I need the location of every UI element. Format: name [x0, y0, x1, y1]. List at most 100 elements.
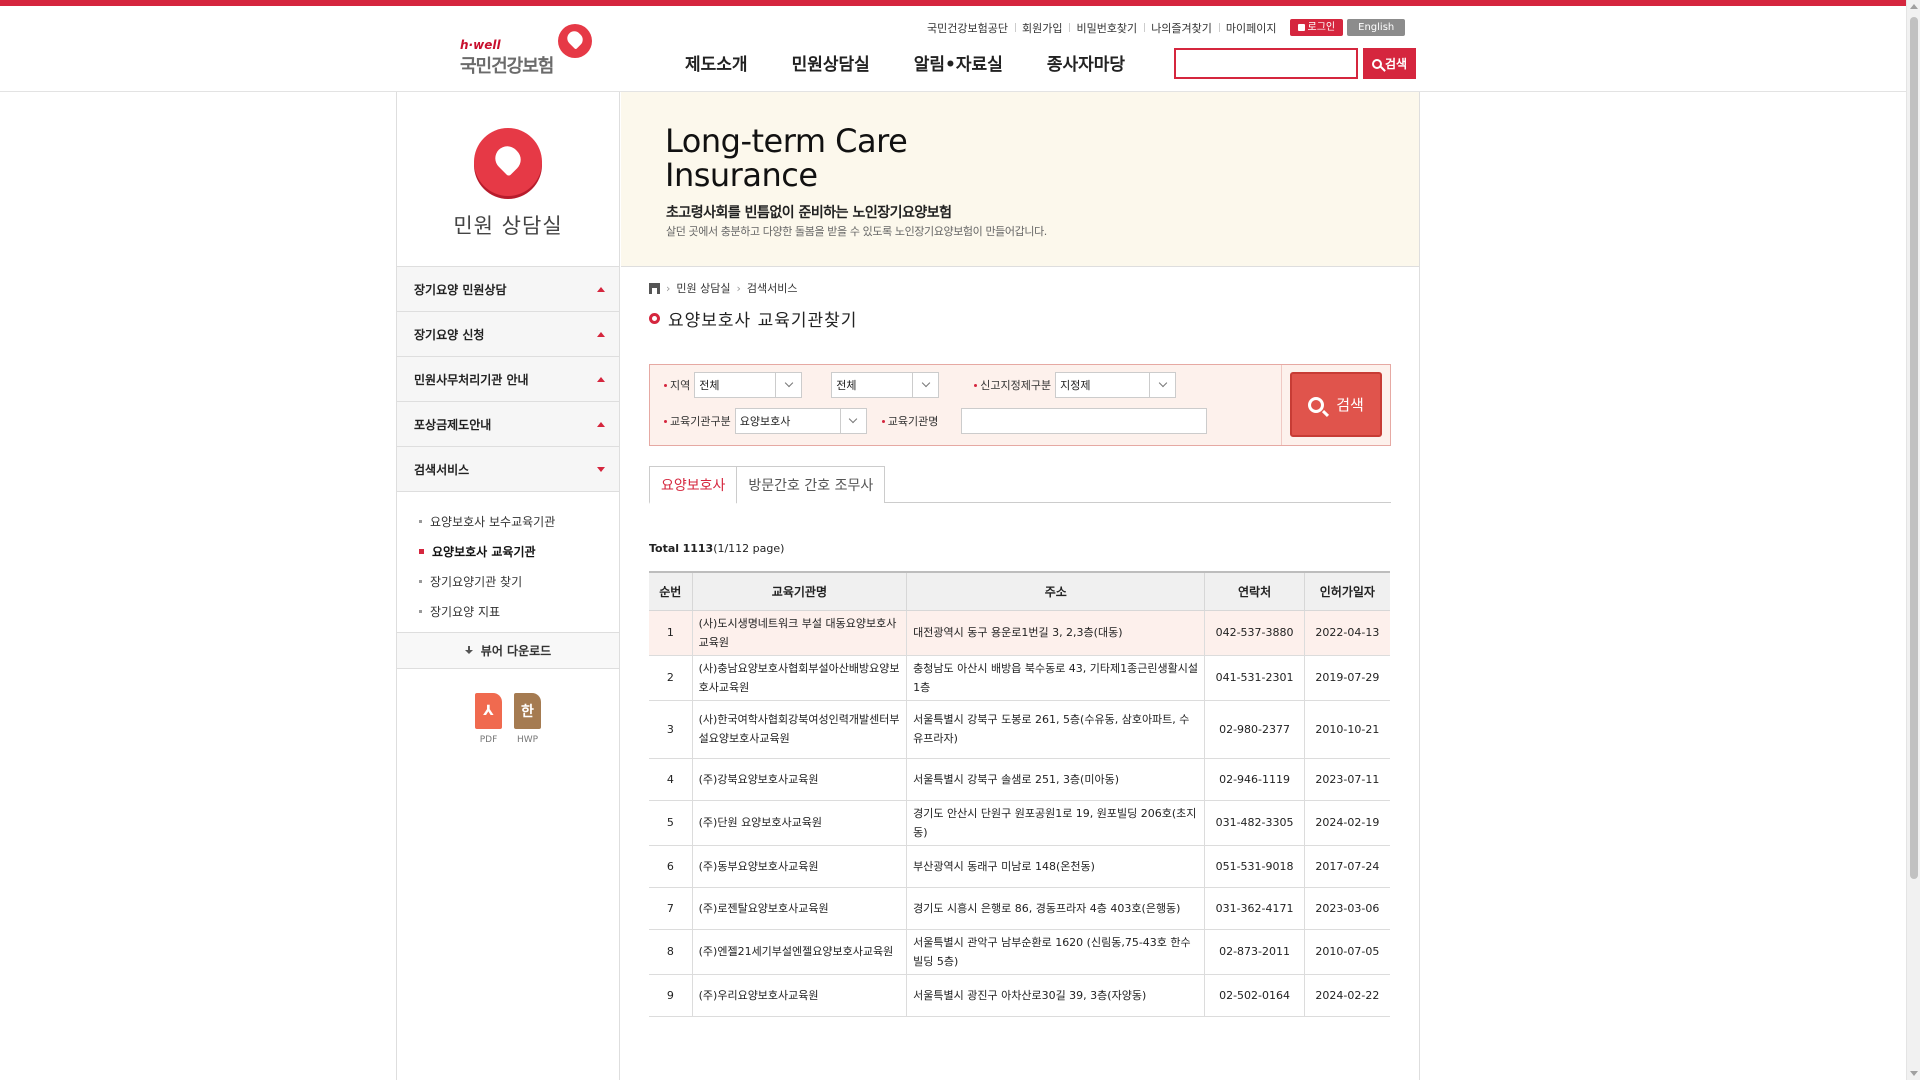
table-row[interactable]: 2 (사)충남요양보호사협회부설아산배방요양보호사교육원 충청남도 아산시 배방읍 …	[649, 654, 1390, 701]
cell-institute-name[interactable]: (주)강북요양보호사교육원	[691, 757, 908, 801]
pdf-viewer-link[interactable]: ⅄ PDF	[475, 693, 502, 745]
region-select[interactable]: 전체	[694, 372, 803, 398]
scroll-down-icon[interactable]	[1910, 1071, 1918, 1076]
nav-item-intro[interactable]: 제도소개	[685, 50, 748, 75]
header-search-input[interactable]	[1174, 48, 1358, 79]
cell-number: 3	[649, 699, 693, 759]
tab-caregiver[interactable]: 요양보호사	[649, 466, 738, 504]
scrollbar-thumb[interactable]	[1910, 17, 1918, 879]
cell-institute-name[interactable]: (주)우리요양보호사교육원	[691, 973, 908, 1017]
cell-number: 2	[649, 654, 693, 701]
cell-number: 4	[649, 757, 693, 801]
cell-number: 1	[649, 609, 693, 656]
sidebar-item-agencies[interactable]: 민원사무처리기관 안내	[397, 357, 619, 402]
scroll-up-icon[interactable]	[1910, 4, 1918, 9]
institute-name-label: 교육기관명	[881, 413, 938, 429]
cell-license-date: 2010-10-21	[1303, 699, 1390, 759]
header-search-button[interactable]: 검색	[1363, 48, 1416, 79]
total-count: Total 1113(1/112 page)	[649, 542, 1391, 558]
cell-institute-name[interactable]: (사)도시생명네트워크 부설 대동요양보호사교육원	[691, 609, 908, 656]
type-label: 신고지정제구분	[974, 377, 1051, 393]
sidebar-item-counsel[interactable]: 장기요양 민원상담	[397, 267, 619, 312]
cell-institute-name[interactable]: (주)동부요양보호사교육원	[691, 844, 908, 888]
table-row[interactable]: 8 (주)엔젤21세기부설엔젤요양보호사교육원 서울특별시 관악구 남부순환로 16…	[649, 928, 1390, 975]
cell-license-date: 2024-02-22	[1303, 973, 1390, 1017]
utility-nav: 국민건강보험공단 회원가입 비밀번호찾기 나의즐겨찾기 마이페이지 로그인 En…	[920, 19, 1406, 36]
banner-subtitle: 초고령사회를 빈틈없이 준비하는 노인장기요양보험	[666, 205, 952, 221]
table-row[interactable]: 6 (주)동부요양보호사교육원 부산광역시 동래구 미남로 148(온천동) 051-…	[649, 844, 1390, 888]
sidebar-item-label: 장기요양 신청	[414, 327, 485, 342]
cell-institute-name[interactable]: (주)단원 요양보호사교육원	[691, 799, 908, 846]
chevron-down-icon	[1149, 373, 1175, 397]
vertical-scrollbar[interactable]	[1906, 0, 1920, 1080]
cell-number: 9	[649, 973, 693, 1017]
table-row[interactable]: 7 (주)로젠탈요양보호사교육원 경기도 시흥시 은행로 86, 경동프라자 4층 …	[649, 886, 1390, 930]
filter-row-2: 교육기관구분 요양보호사 교육기관명	[664, 408, 1208, 434]
util-link-find-password[interactable]: 비밀번호찾기	[1069, 20, 1144, 36]
search-button[interactable]: 검색	[1290, 372, 1382, 437]
cell-number: 5	[649, 799, 693, 846]
cell-license-date: 2017-07-24	[1303, 844, 1390, 888]
english-button[interactable]: English	[1347, 19, 1406, 36]
submenu-label: 장기요양 지표	[430, 604, 501, 619]
bullet-icon	[419, 609, 422, 613]
cell-address: 경기도 시흥시 은행로 86, 경동프라자 4층 403호(은행동)	[906, 886, 1206, 930]
login-label: 로그인	[1307, 22, 1336, 33]
sidebar-item-label: 포상금제도안내	[414, 417, 492, 432]
logo-name: 국민건강보험	[460, 56, 554, 77]
cell-number: 8	[649, 928, 693, 975]
submenu-item-education-institutes[interactable]: 요양보호사 교육기관	[397, 536, 619, 566]
tab-nursing-assistant[interactable]: 방문간호 간호 조무사	[736, 466, 886, 503]
cell-institute-name[interactable]: (사)충남요양보호사협회부설아산배방요양보호사교육원	[691, 654, 908, 701]
cell-number: 6	[649, 844, 693, 888]
breadcrumb-item[interactable]: 민원 상담실	[676, 280, 730, 296]
sidebar-submenu: 요양보호사 보수교육기관 요양보호사 교육기관 장기요양기관 찾기 장기요양 지…	[397, 492, 619, 632]
column-header: 연락처	[1204, 572, 1305, 611]
result-tabs: 요양보호사 방문간호 간호 조무사	[649, 466, 1391, 504]
caret-down-icon	[597, 466, 605, 472]
nav-item-notice[interactable]: 알림•자료실	[914, 50, 1003, 75]
table-row[interactable]: 5 (주)단원 요양보호사교육원 경기도 안산시 단원구 원포공원1로 19, 원포…	[649, 799, 1390, 846]
sidebar-item-apply[interactable]: 장기요양 신청	[397, 312, 619, 357]
submenu-item-find-facility[interactable]: 장기요양기관 찾기	[397, 566, 619, 596]
cell-institute-name[interactable]: (사)한국여학사협회강북여성인력개발센터부설요양보호사교육원	[691, 699, 908, 759]
login-button[interactable]: 로그인	[1289, 19, 1344, 36]
cell-address: 서울특별시 강북구 도봉로 261, 5층(수유동, 삼호아파트, 수유프라자)	[906, 699, 1206, 759]
section-banner: Long-term Care Insurance 초고령사회를 빈틈없이 준비하…	[621, 92, 1419, 267]
table-row[interactable]: 9 (주)우리요양보호사교육원 서울특별시 광진구 아차산로30길 39, 3층(자…	[649, 973, 1390, 1017]
util-link-mypage[interactable]: 마이페이지	[1218, 20, 1284, 36]
cell-institute-name[interactable]: (주)로젠탈요양보호사교육원	[691, 886, 908, 930]
bullet-icon	[419, 548, 424, 554]
chevron-right-icon: ›	[736, 281, 741, 295]
submenu-item-indicators[interactable]: 장기요양 지표	[397, 596, 619, 626]
category-label: 교육기관구분	[664, 413, 731, 429]
nav-item-counsel[interactable]: 민원상담실	[792, 50, 870, 75]
cell-license-date: 2010-07-05	[1303, 928, 1390, 975]
table-row[interactable]: 3 (사)한국여학사협회강북여성인력개발센터부설요양보호사교육원 서울특별시 강북구…	[649, 699, 1390, 759]
util-link-signup[interactable]: 회원가입	[1014, 20, 1069, 36]
viewer-download-button[interactable]: 뷰어 다운로드	[397, 632, 619, 669]
home-icon[interactable]	[649, 282, 660, 294]
sidebar-item-reward[interactable]: 포상금제도안내	[397, 402, 619, 447]
util-link-nhis[interactable]: 국민건강보험공단	[920, 20, 1015, 36]
cell-institute-name[interactable]: (주)엔젤21세기부설엔젤요양보호사교육원	[691, 928, 908, 975]
category-select[interactable]: 요양보호사	[734, 408, 867, 434]
submenu-label: 장기요양기관 찾기	[430, 574, 523, 589]
hwp-viewer-link[interactable]: 한 HWP	[514, 693, 541, 745]
institute-name-input[interactable]	[961, 408, 1208, 434]
sidebar-header: 민원 상담실	[397, 92, 619, 267]
nav-item-workers[interactable]: 종사자마당	[1047, 50, 1125, 75]
logo[interactable]: h·well 국민건강보험	[460, 22, 600, 78]
util-link-favorites[interactable]: 나의즐겨찾기	[1144, 20, 1219, 36]
breadcrumb-item[interactable]: 검색서비스	[747, 280, 798, 296]
chevron-right-icon: ›	[666, 281, 671, 295]
pdf-label: PDF	[479, 735, 498, 745]
sidebar-item-search-service[interactable]: 검색서비스	[397, 447, 619, 492]
table-row[interactable]: 4 (주)강북요양보호사교육원 서울특별시 강북구 솔샘로 251, 3층(미아동)…	[649, 757, 1390, 801]
chevron-down-icon	[839, 409, 866, 433]
submenu-item-refresher-institutes[interactable]: 요양보호사 보수교육기관	[397, 506, 619, 536]
heart-logo-icon	[558, 24, 592, 58]
table-row[interactable]: 1 (사)도시생명네트워크 부설 대동요양보호사교육원 대전광역시 동구 용운로1번…	[649, 609, 1390, 656]
type-select[interactable]: 지정제	[1055, 372, 1177, 398]
subregion-select[interactable]: 전체	[831, 372, 940, 398]
